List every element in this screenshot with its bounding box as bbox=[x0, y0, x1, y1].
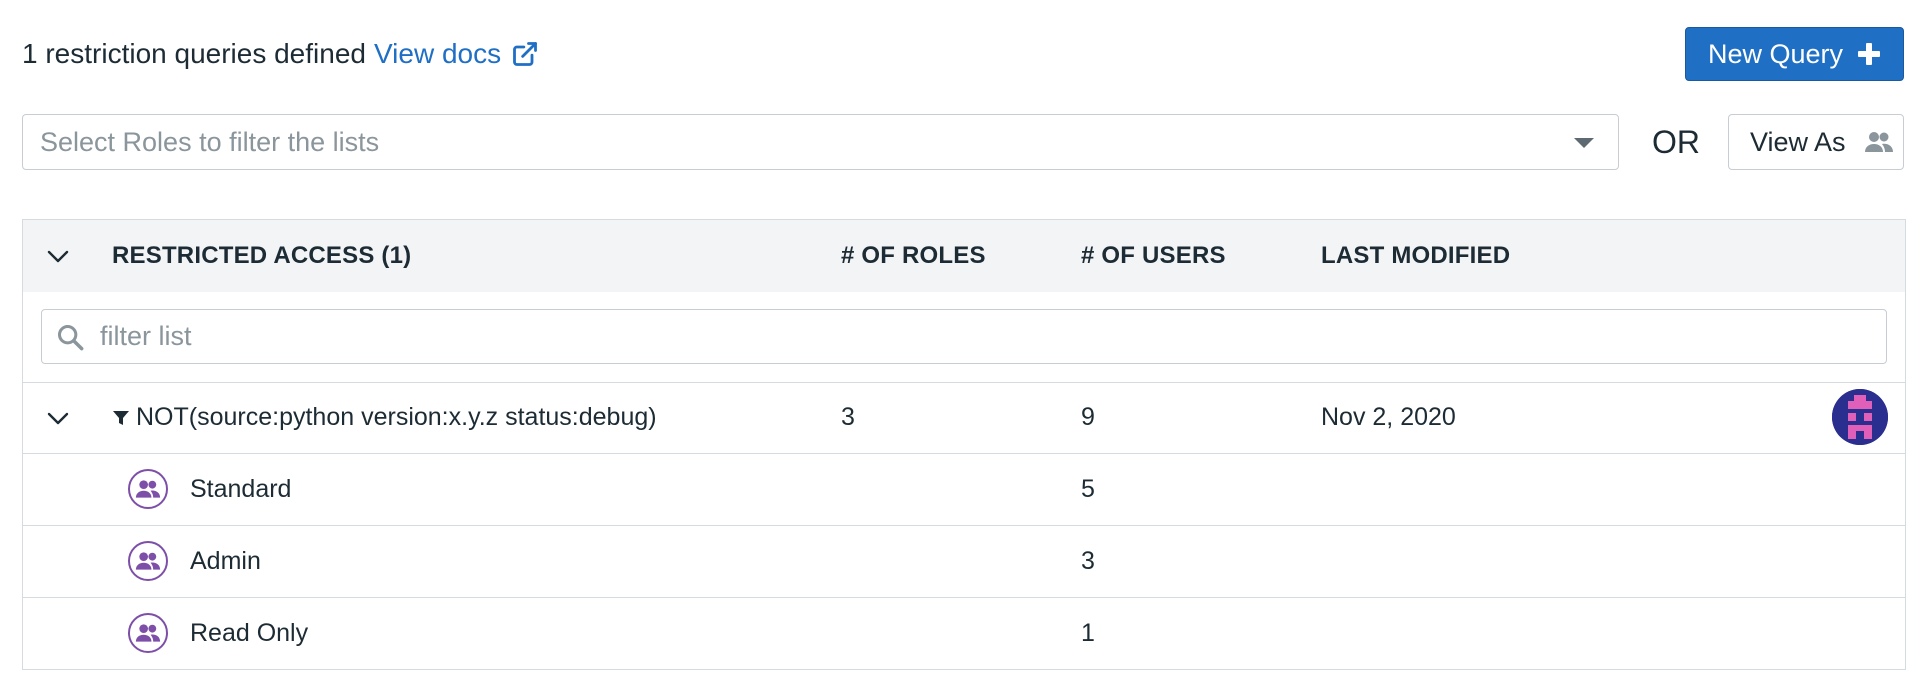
table-row[interactable]: Read Only 1 bbox=[23, 598, 1905, 669]
column-num-users[interactable]: # OF USERS bbox=[1081, 220, 1226, 292]
view-as-label: View As bbox=[1750, 126, 1846, 157]
filter-row: filter list bbox=[23, 292, 1905, 383]
view-docs-label: View docs bbox=[373, 38, 502, 69]
dropdown-caret-icon bbox=[1574, 138, 1594, 148]
query-text: NOT(source:python version:x.y.z status:d… bbox=[136, 403, 657, 431]
table-row[interactable]: NOT(source:python version:x.y.z status:d… bbox=[23, 382, 1905, 454]
or-label: OR bbox=[1652, 124, 1700, 160]
filter-funnel-icon bbox=[113, 410, 129, 425]
filter-list-placeholder: filter list bbox=[100, 321, 192, 351]
role-name: Admin bbox=[190, 547, 261, 575]
column-num-roles[interactable]: # OF ROLES bbox=[841, 220, 986, 292]
role-users-icon bbox=[128, 541, 168, 581]
users-icon bbox=[1864, 132, 1893, 152]
table-row[interactable]: Admin 3 bbox=[23, 526, 1905, 598]
avatar[interactable] bbox=[1832, 389, 1888, 445]
role-users-count: 1 bbox=[1081, 619, 1095, 647]
role-name: Standard bbox=[190, 475, 292, 503]
query-last-modified: Nov 2, 2020 bbox=[1321, 403, 1456, 431]
chevron-down-icon[interactable] bbox=[46, 246, 70, 266]
column-restricted-access[interactable]: RESTRICTED ACCESS (1) bbox=[112, 220, 411, 292]
avatar-identicon-icon bbox=[1832, 389, 1888, 445]
filter-list-input[interactable]: filter list bbox=[41, 309, 1887, 364]
restrictions-table: RESTRICTED ACCESS (1) # OF ROLES # OF US… bbox=[22, 219, 1906, 670]
view-as-button[interactable]: View As bbox=[1728, 114, 1904, 170]
plus-icon bbox=[1858, 43, 1881, 65]
roles-filter-select[interactable]: Select Roles to filter the lists bbox=[22, 114, 1619, 170]
table-header: RESTRICTED ACCESS (1) # OF ROLES # OF US… bbox=[23, 220, 1905, 292]
query-roles-count: 3 bbox=[841, 403, 855, 431]
role-users-icon bbox=[128, 613, 168, 653]
new-query-button[interactable]: New Query bbox=[1685, 27, 1904, 81]
column-last-modified[interactable]: LAST MODIFIED bbox=[1321, 220, 1510, 292]
restriction-count-text: 1 restriction queries defined bbox=[22, 38, 366, 69]
role-users-icon bbox=[128, 469, 168, 509]
external-link-icon bbox=[513, 42, 537, 66]
table-row[interactable]: Standard 5 bbox=[23, 454, 1905, 526]
role-users-count: 3 bbox=[1081, 547, 1095, 575]
restriction-summary: 1 restriction queries defined View docs bbox=[22, 34, 539, 74]
roles-filter-placeholder: Select Roles to filter the lists bbox=[40, 126, 380, 157]
query-users-count: 9 bbox=[1081, 403, 1095, 431]
role-name: Read Only bbox=[190, 619, 309, 647]
chevron-down-icon[interactable] bbox=[46, 408, 70, 428]
view-docs-link[interactable]: View docs bbox=[374, 38, 539, 70]
role-users-count: 5 bbox=[1081, 475, 1095, 503]
new-query-label: New Query bbox=[1707, 38, 1844, 69]
search-icon bbox=[57, 324, 84, 351]
query-cell: NOT(source:python version:x.y.z status:d… bbox=[112, 382, 657, 453]
